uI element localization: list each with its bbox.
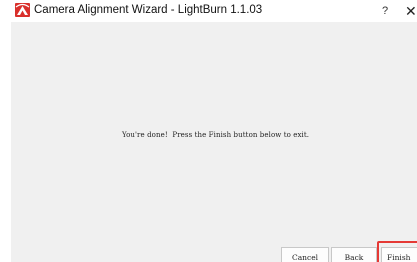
title-bar: Camera Alignment Wizard - LightBurn 1.1.… <box>0 0 417 22</box>
finish-button[interactable]: Finish <box>381 247 417 262</box>
cancel-button[interactable]: Cancel <box>281 247 329 262</box>
wizard-content-panel <box>11 22 417 262</box>
wizard-window: Camera Alignment Wizard - LightBurn 1.1.… <box>0 0 417 262</box>
help-button[interactable]: ? <box>378 4 392 18</box>
back-button[interactable]: Back <box>331 247 377 262</box>
window-title: Camera Alignment Wizard - LightBurn 1.1.… <box>34 4 263 16</box>
completion-message: You're done! Press the Finish button bel… <box>122 131 310 139</box>
lightburn-logo-icon <box>15 3 30 17</box>
close-icon[interactable]: ✕ <box>405 3 417 19</box>
